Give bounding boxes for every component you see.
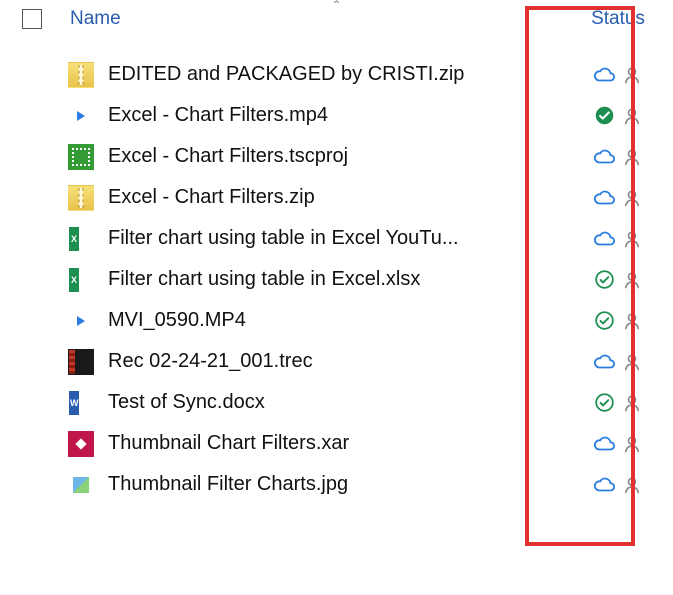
cloud-status-icon [593,146,615,168]
file-row[interactable]: EDITED and PACKAGED by CRISTI.zip [0,54,673,95]
status-cell [583,433,673,455]
file-row[interactable]: Excel - Chart Filters.tscproj [0,136,673,177]
file-name: Thumbnail Chart Filters.xar [108,432,583,455]
shared-person-icon [621,269,643,291]
file-name: EDITED and PACKAGED by CRISTI.zip [108,63,583,86]
status-cell [583,351,673,373]
select-all-checkbox[interactable] [22,9,42,29]
cloud-status-icon [593,64,615,86]
cloud-status-icon [593,228,615,250]
column-header-name[interactable]: Name [70,8,583,30]
file-row[interactable]: MVI_0590.MP4 [0,300,673,341]
cloud-status-icon [593,433,615,455]
sync-outline-status-icon [593,392,615,414]
file-name: Excel - Chart Filters.zip [108,186,583,209]
file-type-icon [68,472,94,498]
file-type-icon [68,267,94,293]
file-type-icon [68,349,94,375]
file-row[interactable]: Excel - Chart Filters.mp4 [0,95,673,136]
cloud-status-icon [593,187,615,209]
status-cell [583,392,673,414]
status-cell [583,64,673,86]
file-name: Excel - Chart Filters.mp4 [108,104,583,127]
file-row[interactable]: Filter chart using table in Excel.xlsx [0,259,673,300]
shared-person-icon [621,64,643,86]
shared-person-icon [621,392,643,414]
file-row[interactable]: Rec 02-24-21_001.trec [0,341,673,382]
file-name: Filter chart using table in Excel YouTu.… [108,227,583,250]
status-cell [583,146,673,168]
file-type-icon [68,431,94,457]
sync-outline-status-icon [593,269,615,291]
column-header-status[interactable]: Status [583,8,673,30]
file-name: Rec 02-24-21_001.trec [108,350,583,373]
file-row[interactable]: Thumbnail Chart Filters.xar [0,423,673,464]
status-cell [583,310,673,332]
file-type-icon [68,308,94,334]
status-cell [583,474,673,496]
file-row[interactable]: Thumbnail Filter Charts.jpg [0,464,673,505]
shared-person-icon [621,351,643,373]
file-row[interactable]: Filter chart using table in Excel YouTu.… [0,218,673,259]
file-row[interactable]: Test of Sync.docx [0,382,673,423]
cloud-status-icon [593,474,615,496]
file-type-icon [68,185,94,211]
shared-person-icon [621,474,643,496]
sync-solid-status-icon [593,105,615,127]
column-header-row: ⌃ Name Status [0,0,673,38]
sync-outline-status-icon [593,310,615,332]
shared-person-icon [621,310,643,332]
file-type-icon [68,226,94,252]
file-type-icon [68,390,94,416]
file-name: Test of Sync.docx [108,391,583,414]
shared-person-icon [621,146,643,168]
status-cell [583,269,673,291]
status-cell [583,228,673,250]
file-name: MVI_0590.MP4 [108,309,583,332]
shared-person-icon [621,105,643,127]
sort-indicator: ⌃ [331,0,341,12]
file-type-icon [68,144,94,170]
file-row[interactable]: Excel - Chart Filters.zip [0,177,673,218]
file-name: Filter chart using table in Excel.xlsx [108,268,583,291]
file-list: EDITED and PACKAGED by CRISTI.zip Excel -… [0,38,673,505]
shared-person-icon [621,187,643,209]
shared-person-icon [621,228,643,250]
status-cell [583,105,673,127]
file-type-icon [68,103,94,129]
file-name: Excel - Chart Filters.tscproj [108,145,583,168]
file-name: Thumbnail Filter Charts.jpg [108,473,583,496]
status-cell [583,187,673,209]
shared-person-icon [621,433,643,455]
cloud-status-icon [593,351,615,373]
file-type-icon [68,62,94,88]
